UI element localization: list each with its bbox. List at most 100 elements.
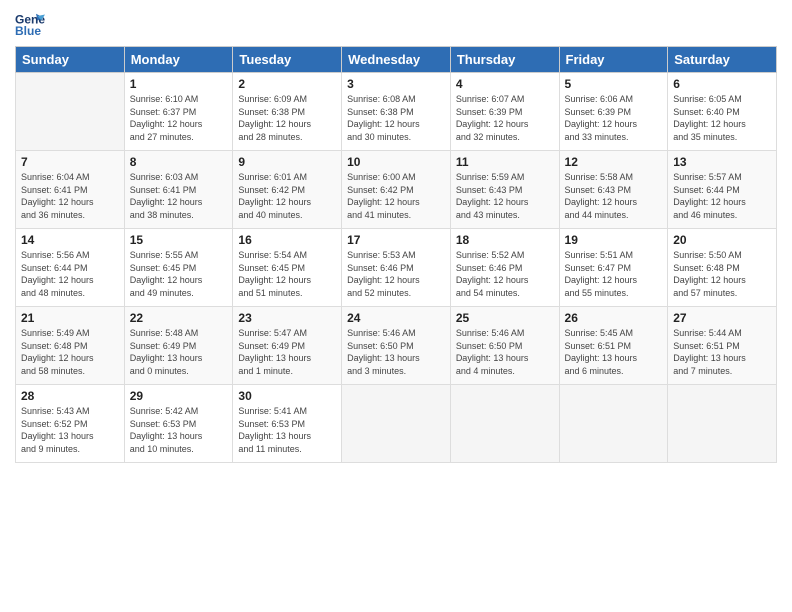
calendar-cell: 2 Sunrise: 6:09 AMSunset: 6:38 PMDaylight… bbox=[233, 73, 342, 151]
day-info: Sunrise: 6:00 AMSunset: 6:42 PMDaylight:… bbox=[347, 171, 445, 221]
col-header-wednesday: Wednesday bbox=[342, 47, 451, 73]
col-header-saturday: Saturday bbox=[668, 47, 777, 73]
day-info: Sunrise: 5:48 AMSunset: 6:49 PMDaylight:… bbox=[130, 327, 228, 377]
calendar-cell: 13 Sunrise: 5:57 AMSunset: 6:44 PMDayligh… bbox=[668, 151, 777, 229]
day-info: Sunrise: 6:08 AMSunset: 6:38 PMDaylight:… bbox=[347, 93, 445, 143]
day-info: Sunrise: 5:52 AMSunset: 6:46 PMDaylight:… bbox=[456, 249, 554, 299]
calendar-week-2: 7 Sunrise: 6:04 AMSunset: 6:41 PMDaylight… bbox=[16, 151, 777, 229]
day-info: Sunrise: 5:55 AMSunset: 6:45 PMDaylight:… bbox=[130, 249, 228, 299]
logo: General Blue bbox=[15, 10, 45, 40]
calendar-cell: 22Sunrise: 5:48 AMSunset: 6:49 PMDayligh… bbox=[124, 307, 233, 385]
day-number: 3 bbox=[347, 77, 445, 91]
calendar-cell: 3 Sunrise: 6:08 AMSunset: 6:38 PMDaylight… bbox=[342, 73, 451, 151]
calendar-cell: 20 Sunrise: 5:50 AMSunset: 6:48 PMDayligh… bbox=[668, 229, 777, 307]
calendar-week-3: 14 Sunrise: 5:56 AMSunset: 6:44 PMDayligh… bbox=[16, 229, 777, 307]
calendar-cell bbox=[16, 73, 125, 151]
calendar-cell: 25Sunrise: 5:46 AMSunset: 6:50 PMDayligh… bbox=[450, 307, 559, 385]
calendar-cell: 6 Sunrise: 6:05 AMSunset: 6:40 PMDaylight… bbox=[668, 73, 777, 151]
calendar-cell: 12 Sunrise: 5:58 AMSunset: 6:43 PMDayligh… bbox=[559, 151, 668, 229]
day-info: Sunrise: 6:07 AMSunset: 6:39 PMDaylight:… bbox=[456, 93, 554, 143]
day-info: Sunrise: 6:09 AMSunset: 6:38 PMDaylight:… bbox=[238, 93, 336, 143]
day-info: Sunrise: 5:56 AMSunset: 6:44 PMDaylight:… bbox=[21, 249, 119, 299]
day-info: Sunrise: 6:05 AMSunset: 6:40 PMDaylight:… bbox=[673, 93, 771, 143]
day-number: 14 bbox=[21, 233, 119, 247]
day-number: 26 bbox=[565, 311, 663, 325]
day-number: 7 bbox=[21, 155, 119, 169]
calendar-cell: 15 Sunrise: 5:55 AMSunset: 6:45 PMDayligh… bbox=[124, 229, 233, 307]
calendar-cell: 23Sunrise: 5:47 AMSunset: 6:49 PMDayligh… bbox=[233, 307, 342, 385]
day-number: 10 bbox=[347, 155, 445, 169]
calendar-cell: 26Sunrise: 5:45 AMSunset: 6:51 PMDayligh… bbox=[559, 307, 668, 385]
day-info: Sunrise: 5:41 AMSunset: 6:53 PMDaylight:… bbox=[238, 405, 336, 455]
calendar-cell: 7 Sunrise: 6:04 AMSunset: 6:41 PMDaylight… bbox=[16, 151, 125, 229]
calendar-cell: 24Sunrise: 5:46 AMSunset: 6:50 PMDayligh… bbox=[342, 307, 451, 385]
calendar-table: SundayMondayTuesdayWednesdayThursdayFrid… bbox=[15, 46, 777, 463]
calendar-cell: 11 Sunrise: 5:59 AMSunset: 6:43 PMDayligh… bbox=[450, 151, 559, 229]
calendar-cell: 4 Sunrise: 6:07 AMSunset: 6:39 PMDaylight… bbox=[450, 73, 559, 151]
calendar-cell: 21 Sunrise: 5:49 AMSunset: 6:48 PMDayligh… bbox=[16, 307, 125, 385]
calendar-cell: 29 Sunrise: 5:42 AMSunset: 6:53 PMDayligh… bbox=[124, 385, 233, 463]
calendar-cell bbox=[450, 385, 559, 463]
day-number: 1 bbox=[130, 77, 228, 91]
day-number: 28 bbox=[21, 389, 119, 403]
header: General Blue bbox=[15, 10, 777, 40]
calendar-cell: 17 Sunrise: 5:53 AMSunset: 6:46 PMDayligh… bbox=[342, 229, 451, 307]
day-number: 13 bbox=[673, 155, 771, 169]
calendar-cell: 27Sunrise: 5:44 AMSunset: 6:51 PMDayligh… bbox=[668, 307, 777, 385]
day-number: 19 bbox=[565, 233, 663, 247]
day-number: 11 bbox=[456, 155, 554, 169]
day-info: Sunrise: 6:04 AMSunset: 6:41 PMDaylight:… bbox=[21, 171, 119, 221]
day-number: 20 bbox=[673, 233, 771, 247]
day-info: Sunrise: 5:53 AMSunset: 6:46 PMDaylight:… bbox=[347, 249, 445, 299]
day-info: Sunrise: 6:10 AMSunset: 6:37 PMDaylight:… bbox=[130, 93, 228, 143]
day-info: Sunrise: 6:06 AMSunset: 6:39 PMDaylight:… bbox=[565, 93, 663, 143]
page: General Blue SundayMondayTuesdayWednesda… bbox=[0, 0, 792, 612]
calendar-cell: 28Sunrise: 5:43 AMSunset: 6:52 PMDayligh… bbox=[16, 385, 125, 463]
day-info: Sunrise: 5:58 AMSunset: 6:43 PMDaylight:… bbox=[565, 171, 663, 221]
day-number: 9 bbox=[238, 155, 336, 169]
day-number: 8 bbox=[130, 155, 228, 169]
day-info: Sunrise: 5:59 AMSunset: 6:43 PMDaylight:… bbox=[456, 171, 554, 221]
day-number: 5 bbox=[565, 77, 663, 91]
calendar-cell: 16 Sunrise: 5:54 AMSunset: 6:45 PMDayligh… bbox=[233, 229, 342, 307]
calendar-cell: 1 Sunrise: 6:10 AMSunset: 6:37 PMDaylight… bbox=[124, 73, 233, 151]
calendar-week-1: 1 Sunrise: 6:10 AMSunset: 6:37 PMDaylight… bbox=[16, 73, 777, 151]
day-info: Sunrise: 5:51 AMSunset: 6:47 PMDaylight:… bbox=[565, 249, 663, 299]
day-number: 6 bbox=[673, 77, 771, 91]
day-info: Sunrise: 6:01 AMSunset: 6:42 PMDaylight:… bbox=[238, 171, 336, 221]
day-info: Sunrise: 5:46 AMSunset: 6:50 PMDaylight:… bbox=[347, 327, 445, 377]
day-number: 30 bbox=[238, 389, 336, 403]
calendar-cell: 5 Sunrise: 6:06 AMSunset: 6:39 PMDaylight… bbox=[559, 73, 668, 151]
day-number: 23 bbox=[238, 311, 336, 325]
day-info: Sunrise: 5:50 AMSunset: 6:48 PMDaylight:… bbox=[673, 249, 771, 299]
calendar-cell bbox=[668, 385, 777, 463]
col-header-thursday: Thursday bbox=[450, 47, 559, 73]
calendar-header-row: SundayMondayTuesdayWednesdayThursdayFrid… bbox=[16, 47, 777, 73]
day-info: Sunrise: 5:49 AMSunset: 6:48 PMDaylight:… bbox=[21, 327, 119, 377]
calendar-cell: 30 Sunrise: 5:41 AMSunset: 6:53 PMDayligh… bbox=[233, 385, 342, 463]
calendar-cell: 19 Sunrise: 5:51 AMSunset: 6:47 PMDayligh… bbox=[559, 229, 668, 307]
day-number: 17 bbox=[347, 233, 445, 247]
day-number: 12 bbox=[565, 155, 663, 169]
day-number: 4 bbox=[456, 77, 554, 91]
svg-text:Blue: Blue bbox=[15, 24, 41, 38]
col-header-sunday: Sunday bbox=[16, 47, 125, 73]
calendar-cell bbox=[559, 385, 668, 463]
calendar-cell: 8 Sunrise: 6:03 AMSunset: 6:41 PMDaylight… bbox=[124, 151, 233, 229]
day-info: Sunrise: 6:03 AMSunset: 6:41 PMDaylight:… bbox=[130, 171, 228, 221]
calendar-cell: 9 Sunrise: 6:01 AMSunset: 6:42 PMDaylight… bbox=[233, 151, 342, 229]
logo-icon: General Blue bbox=[15, 10, 45, 40]
day-info: Sunrise: 5:44 AMSunset: 6:51 PMDaylight:… bbox=[673, 327, 771, 377]
day-number: 15 bbox=[130, 233, 228, 247]
day-info: Sunrise: 5:42 AMSunset: 6:53 PMDaylight:… bbox=[130, 405, 228, 455]
day-number: 25 bbox=[456, 311, 554, 325]
day-number: 18 bbox=[456, 233, 554, 247]
day-number: 2 bbox=[238, 77, 336, 91]
day-info: Sunrise: 5:57 AMSunset: 6:44 PMDaylight:… bbox=[673, 171, 771, 221]
calendar-cell: 10 Sunrise: 6:00 AMSunset: 6:42 PMDayligh… bbox=[342, 151, 451, 229]
day-number: 16 bbox=[238, 233, 336, 247]
day-number: 21 bbox=[21, 311, 119, 325]
day-info: Sunrise: 5:54 AMSunset: 6:45 PMDaylight:… bbox=[238, 249, 336, 299]
day-number: 29 bbox=[130, 389, 228, 403]
calendar-week-5: 28Sunrise: 5:43 AMSunset: 6:52 PMDayligh… bbox=[16, 385, 777, 463]
